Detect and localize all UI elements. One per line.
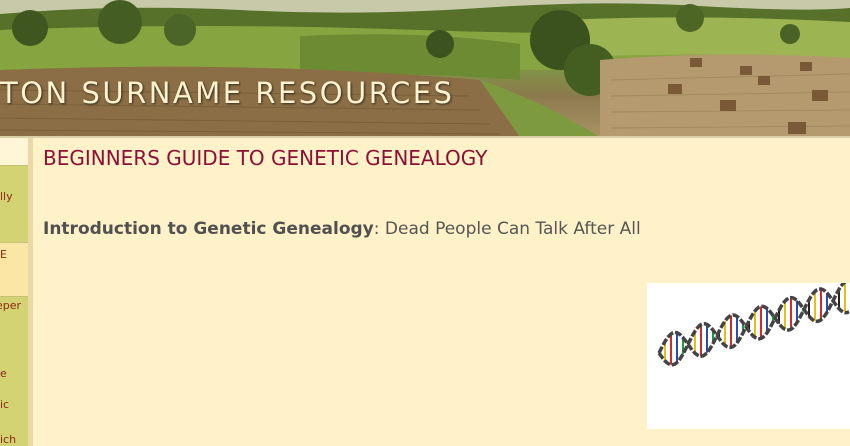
sidebar: lly E eper e ic ich	[0, 138, 29, 446]
dna-image	[647, 278, 850, 429]
sidebar-item-label: E	[0, 248, 7, 261]
header-banner: TON SURNAME RESOURCES	[0, 0, 850, 137]
sidebar-item-label: ich	[0, 433, 17, 446]
sidebar-item-5[interactable]: ic	[0, 398, 28, 411]
banner-divider	[0, 136, 850, 138]
farmland-landscape-image	[0, 0, 850, 137]
intro-text: Dead People Can Talk After All	[379, 219, 641, 239]
sidebar-item-label: ic	[0, 398, 10, 411]
sidebar-item-6[interactable]: ich	[0, 433, 28, 446]
site-title: TON SURNAME RESOURCES	[0, 76, 455, 110]
sidebar-item-2[interactable]: E	[0, 248, 28, 261]
dna-double-helix-icon	[657, 278, 850, 367]
sidebar-item-4[interactable]: e	[0, 367, 28, 380]
intro-link[interactable]: Introduction to Genetic Genealogy	[43, 219, 374, 239]
page-title: BEGINNERS GUIDE TO GENETIC GENEALOGY	[43, 146, 488, 170]
sidebar-item-3[interactable]: eper	[0, 299, 28, 312]
sidebar-item-label: eper	[0, 299, 22, 312]
sidebar-item-label: lly	[0, 190, 13, 203]
sidebar-top-box	[0, 138, 28, 166]
sidebar-item-1[interactable]: lly	[0, 190, 28, 203]
intro-paragraph: Introduction to Genetic Genealogy: Dead …	[43, 219, 641, 239]
sidebar-edge	[28, 138, 33, 446]
sidebar-item-label: e	[0, 367, 7, 380]
